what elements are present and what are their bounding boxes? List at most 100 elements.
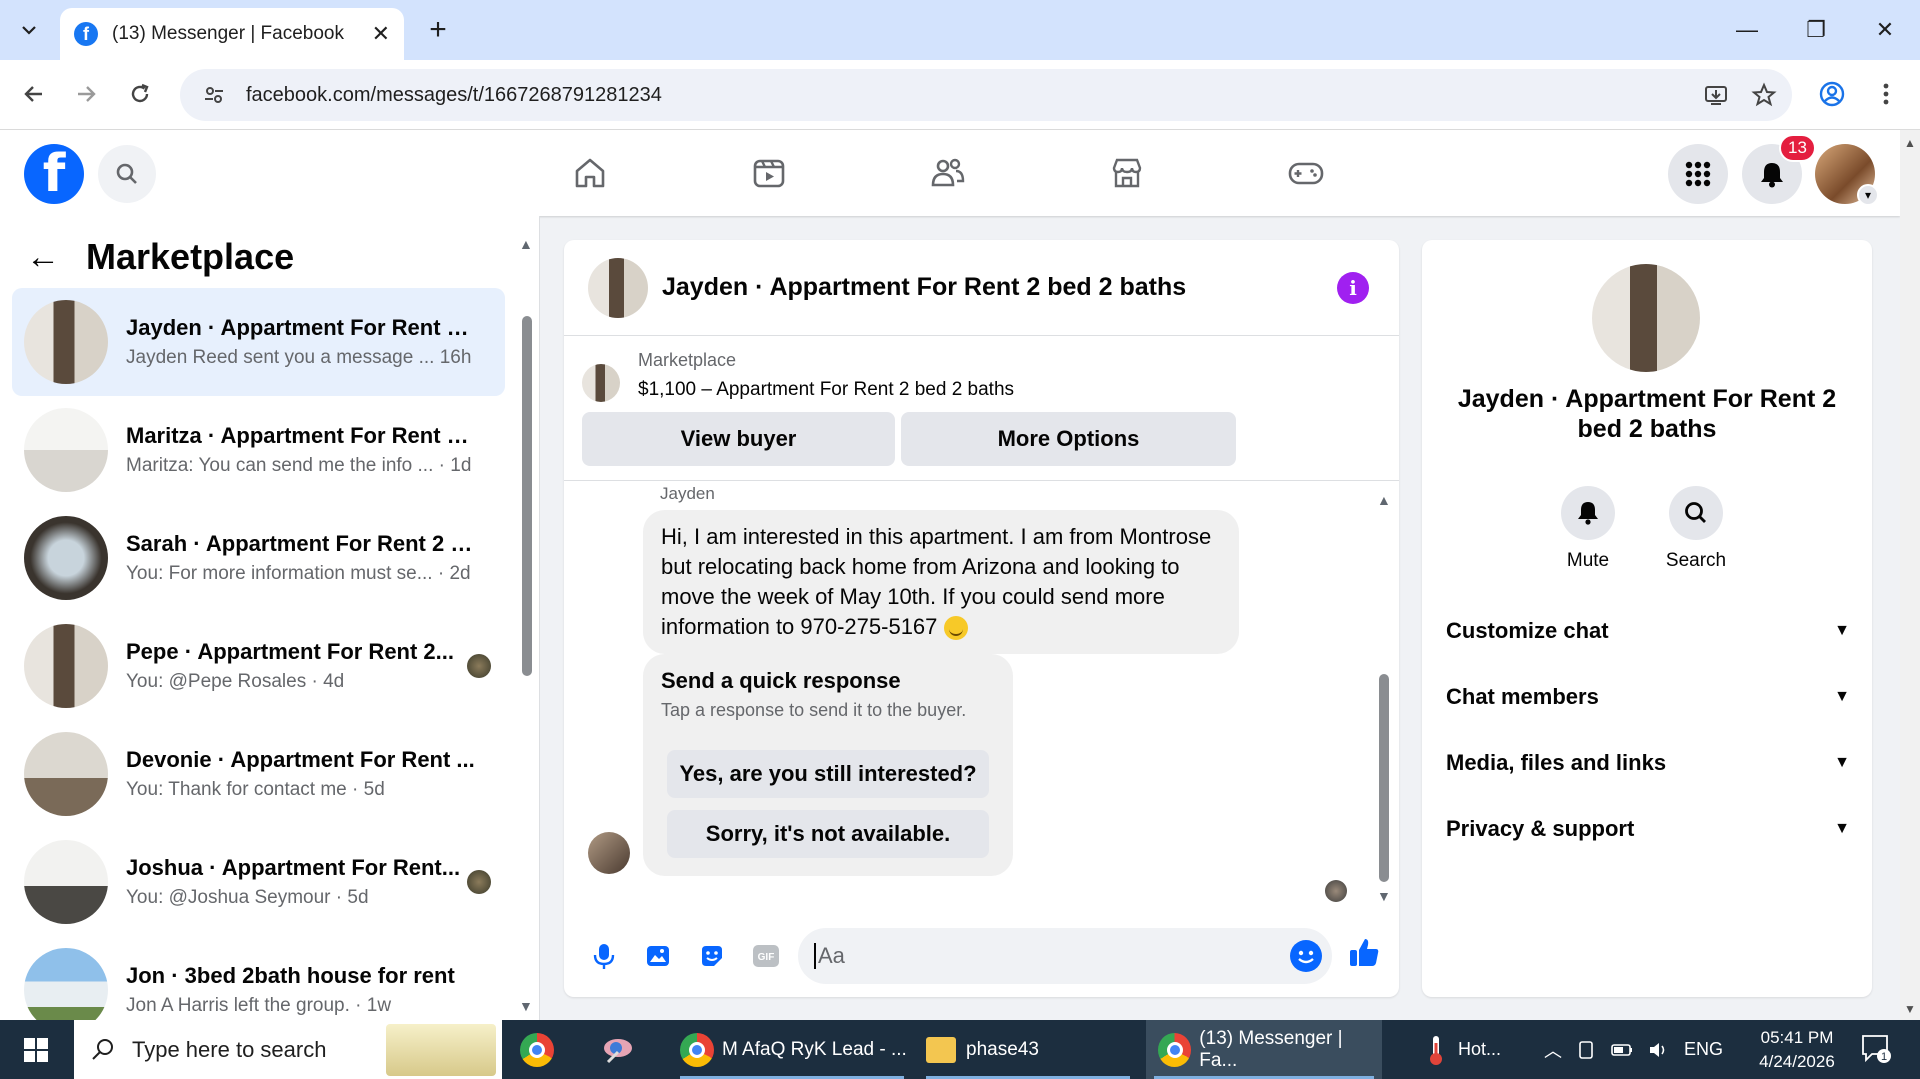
window-close-button[interactable]: ✕: [1855, 10, 1915, 50]
minimize-button[interactable]: —: [1717, 10, 1777, 50]
gif-label: GIF: [758, 952, 775, 963]
app-taskbar-icon[interactable]: [600, 1020, 636, 1079]
chat-title[interactable]: Jayden · Appartment For Rent 2 bed 2 bat…: [662, 273, 1337, 302]
scroll-down-arrow[interactable]: ▼: [1904, 1002, 1916, 1016]
conversation-name: Sarah · Appartment For Rent 2 b...: [126, 531, 476, 556]
speaker-icon[interactable]: [1648, 1040, 1670, 1060]
message-text: Hi, I am interested in this apartment. I…: [661, 524, 1212, 639]
microphone-icon[interactable]: [584, 936, 624, 976]
conversation-preview: You: Thank for contact me: [126, 779, 347, 800]
notification-center-button[interactable]: 1: [1860, 1032, 1896, 1068]
privacy-support-row[interactable]: Privacy & support ▼: [1446, 816, 1850, 842]
chat-members-row[interactable]: Chat members ▼: [1446, 684, 1850, 710]
conversation-name: Maritza · Appartment For Rent 2...: [126, 423, 476, 448]
start-button[interactable]: [0, 1020, 72, 1079]
taskbar-clock[interactable]: 05:41 PM 4/24/2026: [1742, 1026, 1852, 1074]
search-in-chat-button[interactable]: [1669, 486, 1723, 540]
reload-button[interactable]: [120, 74, 160, 114]
chat-header: Jayden · Appartment For Rent 2 bed 2 bat…: [564, 240, 1399, 336]
quick-reply-unavailable-button[interactable]: Sorry, it's not available.: [667, 810, 989, 858]
message-input[interactable]: Aa: [798, 928, 1332, 984]
language-indicator[interactable]: ENG: [1684, 1039, 1723, 1060]
sidebar-title: Marketplace: [86, 236, 295, 277]
conversation-preview: You: @Joshua Seymour: [126, 887, 331, 908]
new-tab-button[interactable]: +: [420, 12, 456, 48]
media-files-links-row[interactable]: Media, files and links ▼: [1446, 750, 1850, 776]
conversation-row[interactable]: Sarah · Appartment For Rent 2 b... You: …: [12, 504, 505, 612]
emoji-picker-icon[interactable]: [1290, 940, 1322, 972]
device-icon[interactable]: [1576, 1040, 1596, 1060]
marketplace-nav-button[interactable]: [1097, 148, 1157, 198]
search-action[interactable]: Search: [1646, 486, 1746, 572]
conversation-thumbnail: [24, 300, 108, 384]
info-icon[interactable]: i: [1337, 271, 1369, 304]
more-options-button[interactable]: More Options: [901, 412, 1236, 466]
sidebar-scrollbar[interactable]: [522, 316, 532, 676]
sticker-icon[interactable]: [692, 936, 732, 976]
scroll-down-arrow[interactable]: ▼: [1377, 888, 1391, 904]
conversation-row[interactable]: Pepe · Appartment For Rent 2... You: @Pe…: [12, 612, 505, 720]
facebook-logo[interactable]: f: [24, 144, 84, 204]
battery-icon[interactable]: [1610, 1040, 1634, 1060]
gaming-nav-button[interactable]: [1276, 148, 1336, 198]
mute-action[interactable]: Mute: [1538, 486, 1638, 572]
taskbar-app-lead[interactable]: M AfaQ RyK Lead - ...: [672, 1020, 912, 1079]
conversation-list: Jayden · Appartment For Rent 2 ... Jayde…: [12, 288, 505, 1020]
quick-reply-interested-button[interactable]: Yes, are you still interested?: [667, 750, 989, 798]
restore-button[interactable]: ❐: [1786, 10, 1846, 50]
install-app-icon[interactable]: [1696, 75, 1736, 115]
conversation-row[interactable]: Devonie · Appartment For Rent ... You: T…: [12, 720, 505, 828]
back-button[interactable]: [14, 74, 54, 114]
chrome-icon: [520, 1032, 554, 1067]
video-nav-button[interactable]: [739, 148, 799, 198]
tab-search-button[interactable]: [12, 13, 46, 47]
menu-button[interactable]: [1668, 144, 1728, 204]
chevron-down-icon: ▼: [1834, 754, 1850, 771]
customize-chat-row[interactable]: Customize chat ▼: [1446, 618, 1850, 644]
scroll-down-arrow[interactable]: ▼: [519, 998, 533, 1014]
conversation-row[interactable]: Maritza · Appartment For Rent 2... Marit…: [12, 396, 505, 504]
conversation-thumbnail: [24, 840, 108, 924]
conversation-row[interactable]: Joshua · Appartment For Rent... You: @Jo…: [12, 828, 505, 936]
page-scrollbar[interactable]: ▲ ▼: [1900, 130, 1920, 1020]
browser-toolbar: facebook.com/messages/t/1667268791281234: [0, 60, 1920, 130]
scroll-up-arrow[interactable]: ▲: [1377, 492, 1391, 508]
like-thumb-icon[interactable]: [1348, 936, 1380, 973]
bookmark-star-icon[interactable]: [1744, 75, 1784, 115]
scroll-up-arrow[interactable]: ▲: [1904, 136, 1916, 150]
scroll-up-arrow[interactable]: ▲: [519, 236, 533, 252]
url-text[interactable]: facebook.com/messages/t/1667268791281234: [246, 84, 1696, 107]
search-button[interactable]: [98, 145, 156, 203]
site-settings-icon[interactable]: [200, 81, 228, 109]
listing-source: Marketplace: [638, 350, 737, 370]
taskbar-app-phase43[interactable]: phase43: [918, 1020, 1138, 1079]
friends-icon: [931, 158, 965, 187]
taskbar-search[interactable]: Type here to search: [74, 1020, 502, 1079]
browser-tab[interactable]: f (13) Messenger | Facebook ✕: [60, 8, 404, 60]
profile-icon[interactable]: [1812, 74, 1852, 114]
gif-icon[interactable]: GIF: [746, 936, 786, 976]
contact-avatar[interactable]: [1592, 264, 1700, 372]
section-label: Chat members: [1446, 684, 1599, 709]
home-nav-button[interactable]: [560, 148, 620, 198]
weather-widget[interactable]: Hot...: [1424, 1020, 1501, 1079]
profile-avatar[interactable]: ▾: [1815, 144, 1879, 206]
bell-icon: [1578, 502, 1598, 525]
view-buyer-button[interactable]: View buyer: [582, 412, 895, 466]
conversation-row[interactable]: Jayden · Appartment For Rent 2 ... Jayde…: [12, 288, 505, 396]
listing-thumbnail: [582, 364, 620, 402]
conversation-row[interactable]: Jon · 3bed 2bath house for rent Jon A Ha…: [12, 936, 505, 1020]
mute-button[interactable]: [1561, 486, 1615, 540]
forward-button[interactable]: [66, 74, 106, 114]
browser-menu-icon[interactable]: [1866, 74, 1906, 114]
taskbar-app-messenger[interactable]: (13) Messenger | Fa...: [1146, 1020, 1382, 1079]
friends-nav-button[interactable]: [918, 148, 978, 198]
tab-close-icon[interactable]: ✕: [372, 21, 390, 47]
back-arrow-icon[interactable]: ←: [26, 238, 60, 277]
chat-avatar[interactable]: [588, 257, 648, 318]
chrome-taskbar-icon[interactable]: [520, 1020, 562, 1079]
address-bar[interactable]: facebook.com/messages/t/1667268791281234: [180, 69, 1792, 121]
chat-scrollbar[interactable]: [1379, 674, 1389, 882]
chevron-up-icon[interactable]: ︿: [1544, 1037, 1562, 1063]
photo-icon[interactable]: [638, 936, 678, 976]
